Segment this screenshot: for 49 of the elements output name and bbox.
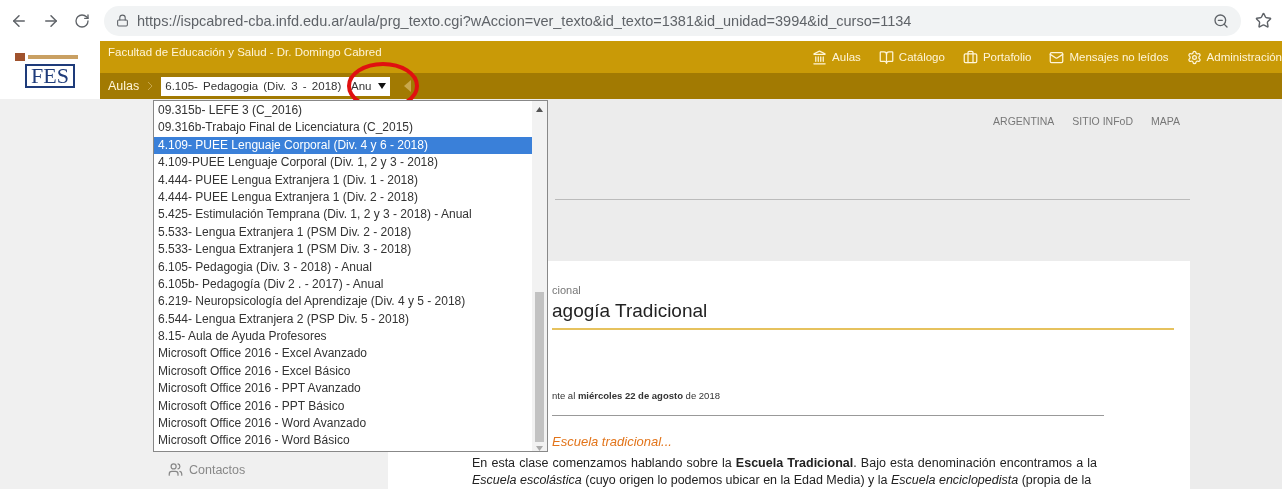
- url-text: https://ispcabred-cba.infd.edu.ar/aula/prg_texto.cgi?wAccion=ver_texto&id_texto=1381&id_unidad=3994&id_curso=1134: [137, 12, 912, 29]
- dropdown-option[interactable]: 6.105b- Pedagogía (Div 2 . - 2017) - Anual: [154, 275, 532, 294]
- briefcase-icon: [962, 49, 978, 65]
- address-bar[interactable]: https://ispcabred-cba.infd.edu.ar/aula/prg_texto.cgi?wAccion=ver_texto&id_texto=1381&id_unidad=3994&id_curso=1134: [104, 5, 1241, 36]
- zoom-icon[interactable]: [1213, 12, 1229, 29]
- scroll-thumb[interactable]: [535, 292, 544, 442]
- dropdown-option[interactable]: 4.109-PUEE Lenguaje Corporal (Div. 1, 2 y 3 - 2018): [154, 154, 532, 172]
- top-link[interactable]: MAPA: [1151, 115, 1180, 127]
- settings-icon: [1186, 49, 1202, 65]
- dropdown-option[interactable]: Microsoft Office 2016 - Word Avanzado: [154, 415, 532, 433]
- scroll-up-icon[interactable]: [536, 107, 543, 112]
- dropdown-option[interactable]: Microsoft Office 2016 - PPT Básico: [154, 397, 532, 416]
- chevron-icon: [147, 81, 154, 91]
- dropdown-option[interactable]: 6.219- Neuropsicología del Aprendizaje (Div. 4 y 5 - 2018): [154, 293, 532, 311]
- dropdown-option[interactable]: 8.15- Aula de Ayuda Profesores: [154, 328, 532, 346]
- dropdown-option[interactable]: 5.425- Estimulación Temprana (Div. 1, 2 y 3 - 2018) - Anual: [154, 206, 532, 224]
- dropdown-option[interactable]: 6.544- Lengua Extranjera 2 (PSP Div. 5 - 2018): [154, 310, 532, 329]
- dropdown-option[interactable]: 09.316b-Trabajo Final de Licenciatura (C_2015): [154, 119, 532, 137]
- dropdown-option[interactable]: 4.444- PUEE Lengua Extranjera 1 (Div. 2 - 2018): [154, 188, 532, 207]
- dropdown-option[interactable]: 4.444- PUEE Lengua Extranjera 1 (Div. 1 - 2018): [154, 171, 532, 189]
- logo-text: FES: [25, 64, 75, 88]
- reload-icon[interactable]: [74, 12, 90, 29]
- dropdown-option[interactable]: Microsoft Office 2016 - Excel Básico: [154, 362, 532, 381]
- dropdown-option[interactable]: Microsoft Office 2016 - Word Básico: [154, 432, 532, 450]
- top-link[interactable]: ARGENTINA: [993, 115, 1055, 127]
- top-link[interactable]: SITIO INFoD: [1072, 115, 1133, 127]
- envelope-icon: [1049, 49, 1065, 65]
- dropdown-option[interactable]: Microsoft Office 2016 - PPT Avanzado: [154, 380, 532, 398]
- scrollbar[interactable]: [532, 101, 547, 451]
- article-paragraph: En esta clase comenzamos hablando sobre la Escuela Tradicional. Bajo esta denominación encontramos a la Escuela escolástica (cuyo origen lo podemos ubicar en la Edad Media) y la Escuela enciclopedista (propia de la: [472, 455, 1097, 489]
- dropdown-option[interactable]: Microsoft Office 2016 - Excel Avanzado: [154, 345, 532, 363]
- dropdown-option[interactable]: 5.533- Lengua Extranjera 1 (PSM Div. 2 - 2018): [154, 223, 532, 242]
- article-title: agogía Tradicional: [552, 300, 1174, 330]
- people-icon: [168, 462, 183, 477]
- dropdown-option[interactable]: 6.105- Pedagogia (Div. 3 - 2018) - Anual: [154, 258, 532, 276]
- dropdown-option[interactable]: 09.315b- LEFE 3 (C_2016): [154, 102, 532, 120]
- breadcrumb-link[interactable]: Aulas: [108, 79, 140, 93]
- institution-name: Facultad de Educación y Salud - Dr. Domingo Cabred: [108, 45, 383, 58]
- star-icon[interactable]: [1255, 12, 1272, 29]
- article-subtitle: Escuela tradicional...: [552, 434, 672, 449]
- caret-icon: [377, 83, 386, 89]
- course-select[interactable]: 6.105- Pedagogia (Div. 3 - 2018) Anu: [161, 76, 390, 96]
- book-icon: [878, 49, 894, 65]
- building-icon: [812, 49, 828, 65]
- section-label: cional: [552, 284, 581, 296]
- dropdown-option[interactable]: 5.533- Lengua Extranjera 1 (PSM Div. 3 - 2018): [154, 241, 532, 259]
- lock-icon: [116, 14, 129, 27]
- date-text: nte al miércoles 22 de agosto de 2018: [552, 390, 720, 401]
- dropdown-option[interactable]: 4.109- PUEE Lenguaje Corporal (Div. 4 y 6 - 2018): [154, 136, 532, 155]
